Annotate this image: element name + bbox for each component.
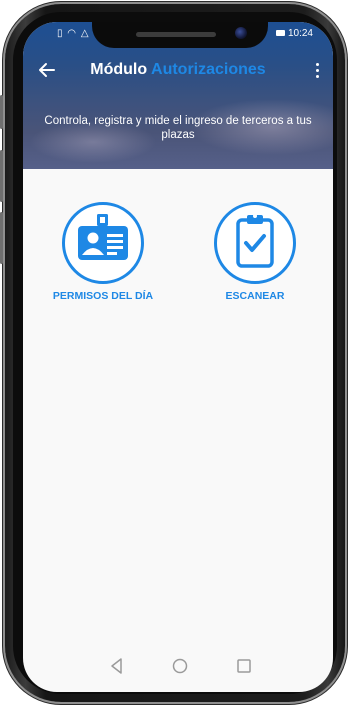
system-nav-bar (23, 644, 333, 692)
phone-notch (92, 22, 268, 48)
page-subtitle: Controla, registra y mide el ingreso de … (44, 115, 312, 141)
id-card-icon (78, 214, 128, 260)
wifi-icon: ◠ (67, 28, 78, 39)
back-triangle-icon[interactable] (105, 654, 129, 678)
permisos-circle[interactable] (62, 202, 144, 284)
alert-icon: △ (80, 28, 90, 39)
title-module: Módulo (90, 61, 148, 78)
speaker-grille (136, 32, 216, 37)
escanear-label[interactable]: ESCANEAR (190, 290, 320, 302)
app-bar: Módulo Autorizaciones (23, 58, 333, 84)
title-authorizations: Autorizaciones (151, 61, 266, 78)
phone-screen: ▯ ◠ △ 10:24 Módulo Autorizaciones Contro… (23, 22, 333, 692)
more-options-icon[interactable] (309, 60, 325, 82)
menu-item-escanear[interactable]: ESCANEAR (190, 202, 320, 302)
clipboard-check-icon (236, 214, 274, 268)
status-icons: ▯ ◠ △ (57, 28, 90, 39)
phone-side-button (0, 150, 3, 202)
permisos-label[interactable]: PERMISOS DEL DÍA (38, 290, 168, 302)
sim-icon: ▯ (57, 28, 64, 39)
recents-square-icon[interactable] (232, 654, 256, 678)
escanear-circle[interactable] (214, 202, 296, 284)
phone-side-button (0, 212, 3, 264)
phone-side-button (0, 95, 3, 129)
page-title: Módulo Autorizaciones (23, 61, 333, 79)
status-time: 10:24 (287, 28, 313, 39)
status-right: 10:24 (275, 28, 313, 39)
front-camera (235, 27, 247, 39)
home-circle-icon[interactable] (168, 654, 192, 678)
battery-icon (275, 30, 285, 36)
menu-item-permisos[interactable]: PERMISOS DEL DÍA (38, 202, 168, 302)
